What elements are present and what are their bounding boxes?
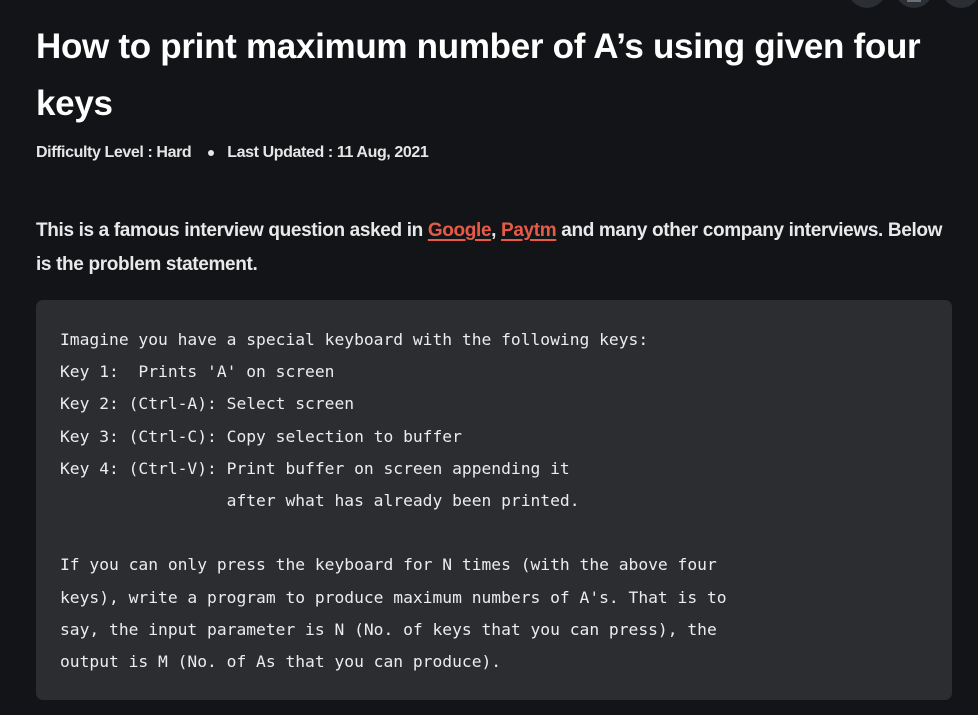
toolbar-circle-button[interactable]: [895, 0, 933, 8]
code-line: output is M (No. of As that you can prod…: [60, 651, 502, 671]
code-line: Key 4: (Ctrl-V): Print buffer on screen …: [60, 458, 570, 478]
code-line: Key 2: (Ctrl-A): Select screen: [60, 394, 355, 414]
toolbar-circle-button[interactable]: [942, 0, 978, 8]
toolbar-icon: [907, 0, 921, 2]
difficulty-level: Difficulty Level : Hard: [36, 144, 192, 161]
article-meta: Difficulty Level : Hard Last Updated : 1…: [36, 144, 952, 162]
code-line: after what has already been printed.: [60, 490, 580, 510]
top-right-toolbar: [848, 0, 978, 10]
intro-comma: ,: [491, 220, 502, 241]
code-line: say, the input parameter is N (No. of ke…: [60, 619, 717, 639]
page-title: How to print maximum number of A’s using…: [36, 27, 921, 123]
problem-statement-code-block: Imagine you have a special keyboard with…: [36, 300, 952, 700]
code-line: keys), write a program to produce maximu…: [60, 587, 727, 607]
separator-dot: [208, 150, 215, 156]
toolbar-circle-button[interactable]: [848, 0, 886, 8]
intro-paragraph: This is a famous interview question aske…: [36, 214, 952, 282]
paytm-link[interactable]: Paytm: [501, 220, 557, 241]
google-link[interactable]: Google: [428, 220, 492, 241]
code-line: If you can only press the keyboard for N…: [60, 555, 717, 575]
code-line: Imagine you have a special keyboard with…: [60, 330, 649, 349]
intro-text: This is a famous interview question aske…: [36, 220, 428, 241]
code-line: Key 1: Prints 'A' on screen: [60, 362, 335, 382]
last-updated: Last Updated : 11 Aug, 2021: [227, 144, 429, 161]
article: How to print maximum number of A’s using…: [36, 18, 952, 282]
code-line: Key 3: (Ctrl-C): Copy selection to buffe…: [60, 426, 462, 446]
